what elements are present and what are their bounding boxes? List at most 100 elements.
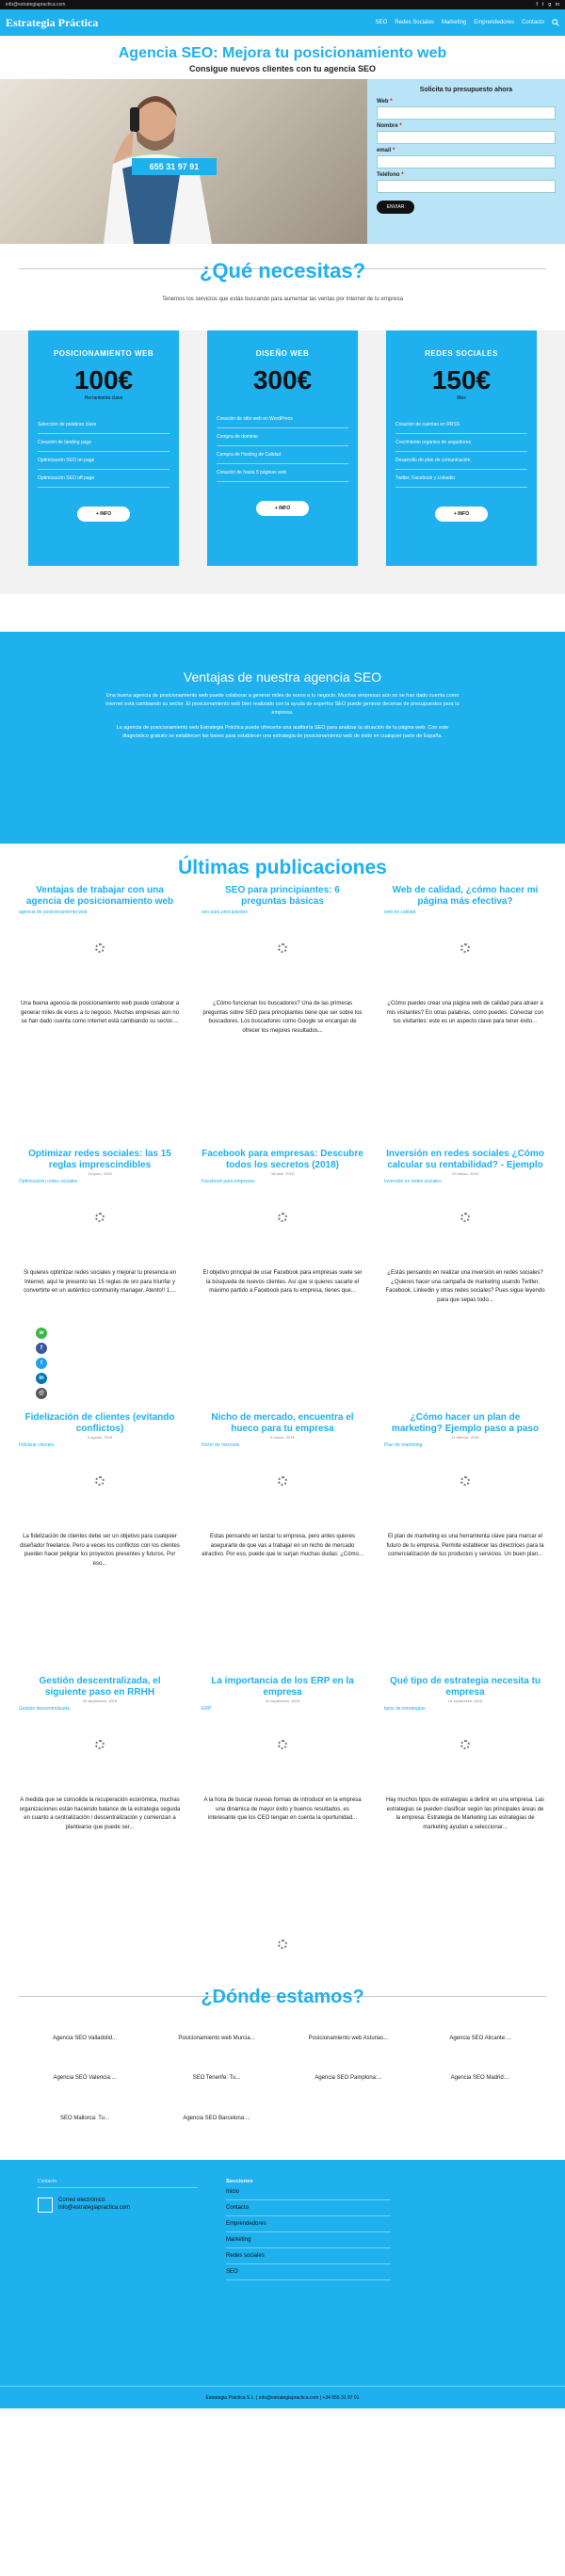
image-loading-spinner (95, 1476, 105, 1486)
google-plus-icon[interactable]: g (548, 2, 551, 8)
service-title: POSICIONAMIENTO WEB (53, 349, 154, 358)
twitter-icon[interactable]: t (542, 2, 543, 8)
top-email[interactable]: info@estrategiapractica.com (6, 2, 65, 8)
post-category[interactable]: Gestión descentralizada (19, 1706, 181, 1712)
floating-share-bar: w f t in @ (36, 1328, 47, 1399)
post-category[interactable]: Fidelizar clientes (19, 1442, 181, 1448)
name-field[interactable] (377, 131, 556, 144)
post-card: Qué tipo de estrategia necesita tu empre… (384, 1676, 546, 1940)
post-title[interactable]: ¿Cómo hacer un plan de marketing? Ejempl… (384, 1412, 546, 1434)
footer: Contacto Correo electrónico: info@estrat… (0, 2160, 565, 2387)
footer-link-marketing[interactable]: Marketing (226, 2232, 391, 2249)
service-card-redes: REDES SOCIALES 150€ Mes Creación de cuen… (386, 330, 537, 566)
phone-field[interactable] (377, 180, 556, 193)
facebook-icon[interactable]: f (36, 1343, 47, 1354)
footer-email[interactable]: info@estrategiapractica.com (58, 2205, 130, 2213)
footer-link-inicio[interactable]: Inicio (226, 2184, 391, 2201)
more-info-button[interactable]: + INFO (435, 507, 488, 522)
linkedin-icon[interactable]: in (36, 1373, 47, 1384)
site-logo[interactable]: Estrategia Práctica (6, 16, 98, 30)
nav-item-marketing[interactable]: Marketing (442, 20, 466, 25)
post-category[interactable]: Facebook para empresas (202, 1179, 363, 1184)
latest-posts-title: Últimas publicaciones (178, 857, 387, 878)
locations-grid: Agencia SEO Valladolid... Posicionamient… (19, 2035, 546, 2122)
post-title[interactable]: Optimizar redes sociales: las 15 reglas … (19, 1149, 181, 1170)
post-title[interactable]: Fidelización de clientes (evitando confl… (19, 1412, 181, 1434)
footer-contact: Contacto Correo electrónico: info@estrat… (38, 2179, 198, 2386)
nav-item-seo[interactable]: SEO (376, 20, 388, 25)
nav-menu: SEO Redes Sociales Marketing Emprendedor… (376, 19, 559, 26)
more-info-button[interactable]: + INFO (77, 507, 130, 522)
post-category[interactable]: Inversión en redes sociales (384, 1179, 546, 1184)
post-excerpt: Estas pensando en lanzar tu empresa, per… (202, 1534, 363, 1558)
image-loading-spinner (95, 943, 105, 953)
locations-title: ¿Dónde estamos? (201, 1987, 364, 2007)
location-link[interactable]: Posicionamiento web Murcia... (151, 2035, 282, 2042)
location-link[interactable]: SEO Mallorca: Tu... (19, 2115, 151, 2122)
whatsapp-icon[interactable]: w (36, 1328, 47, 1339)
post-category[interactable]: Optimización redes sociales (19, 1179, 181, 1184)
more-info-button[interactable]: + INFO (256, 501, 309, 516)
location-link[interactable]: Agencia SEO Pamplona:... (282, 2074, 414, 2082)
mail-icon (38, 2198, 53, 2214)
post-title[interactable]: Facebook para empresas: Descubre todos l… (202, 1149, 363, 1170)
location-link[interactable]: Agencia SEO Valladolid... (19, 2035, 151, 2042)
submit-button[interactable]: ENVIAR (377, 201, 414, 214)
search-icon[interactable] (552, 19, 559, 26)
post-title[interactable]: Gestión descentralizada, el siguiente pa… (19, 1676, 181, 1698)
facebook-icon[interactable]: f (537, 2, 538, 8)
post-excerpt: El plan de marketing es una herramienta … (386, 1534, 544, 1558)
footer-email-block: Correo electrónico: info@estrategiapract… (38, 2198, 198, 2214)
twitter-icon[interactable]: t (36, 1358, 47, 1369)
location-link[interactable]: Agencia SEO Barcelona:... (151, 2115, 282, 2122)
field-label-email: email * (377, 148, 396, 153)
image-loading-spinner (460, 943, 470, 953)
footer-link-emprendedores[interactable]: Emprendedores (226, 2216, 391, 2233)
email-field[interactable] (377, 155, 556, 169)
email-label: Correo electrónico: (58, 2198, 106, 2204)
loading-spinner (278, 1940, 287, 1949)
service-price: 100€ (73, 365, 134, 394)
email-icon[interactable]: @ (36, 1388, 47, 1399)
post-category[interactable]: agencia de posicionamiento web (19, 910, 181, 915)
location-link[interactable]: Agencia SEO Alicante:... (414, 2035, 546, 2042)
post-card: La importancia de los ERP en la empresa 2… (202, 1676, 363, 1940)
footer-link-redes-sociales[interactable]: Redes sociales (226, 2248, 391, 2265)
post-category[interactable]: tipos de estrategias (384, 1706, 546, 1712)
phone-number-badge[interactable]: 655 31 97 91 (132, 158, 217, 175)
linkedin-icon[interactable]: in (556, 2, 559, 8)
post-category[interactable]: Nicho de mercado (202, 1442, 363, 1448)
location-link[interactable]: Agencia SEO Madrid:... (414, 2074, 546, 2082)
post-date: 23 septiembre, 2018 (265, 1699, 300, 1703)
post-title[interactable]: Qué tipo de estrategia necesita tu empre… (384, 1676, 546, 1698)
post-title[interactable]: Nicho de mercado, encuentra el hueco par… (202, 1412, 363, 1434)
post-category[interactable]: Plan de marketing (384, 1442, 546, 1448)
service-feature: Creación de hasta 5 páginas web (217, 464, 348, 482)
post-date: 18 abril, 2018 (270, 1171, 295, 1176)
post-title[interactable]: Ventajas de trabajar con una agencia de … (19, 885, 181, 907)
post-title[interactable]: La importancia de los ERP en la empresa (202, 1676, 363, 1698)
service-features: Creación de cuentas en RRSS Crecimiento … (396, 416, 527, 488)
post-title[interactable]: Inversión en redes sociales ¿Cómo calcul… (384, 1149, 546, 1170)
image-loading-spinner (95, 1213, 105, 1222)
post-excerpt: Hay muchos tipos de estrategias a defini… (385, 1797, 545, 1830)
nav-item-emprendedores[interactable]: Emprendedores (474, 20, 514, 25)
nav-item-redes-sociales[interactable]: Redes Sociales (395, 20, 434, 25)
post-title[interactable]: Web de calidad, ¿cómo hacer mi página má… (384, 885, 546, 907)
web-field[interactable] (377, 106, 556, 120)
post-category[interactable]: ERP (202, 1706, 363, 1712)
service-note: Mes (457, 395, 466, 401)
post-category[interactable]: seo para principiantes (202, 910, 363, 915)
post-category[interactable]: web de calidad (384, 910, 546, 915)
footer-link-seo[interactable]: SEO (226, 2264, 391, 2281)
location-link[interactable]: SEO Tenerife: Tu... (151, 2074, 282, 2082)
top-bar: info@estrategiapractica.com f t g in (0, 0, 565, 9)
post-title[interactable]: SEO para principiantes: 6 preguntas bási… (202, 885, 363, 907)
post-excerpt: El objetivo principal de usar Facebook p… (202, 1270, 363, 1295)
service-feature: Twitter, Facebook y Linkedin (396, 470, 527, 488)
location-link[interactable]: Agencia SEO Valencia:... (19, 2074, 151, 2082)
footer-heading: Contacto (38, 2179, 198, 2189)
footer-link-contacto[interactable]: Contacto (226, 2200, 391, 2217)
nav-item-contacto[interactable]: Contacto (522, 20, 544, 25)
location-link[interactable]: Posicionamiento web Asturias... (282, 2035, 414, 2042)
